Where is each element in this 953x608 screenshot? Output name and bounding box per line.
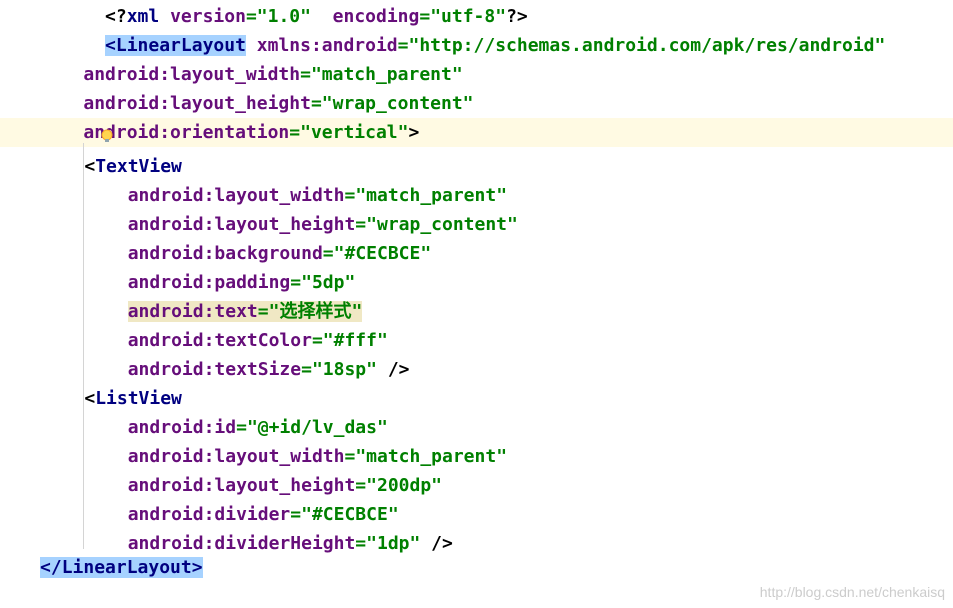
- width-attr: android:layout_width: [83, 64, 300, 85]
- tag-highlight: <LinearLayout: [105, 35, 246, 56]
- code-editor[interactable]: <?xml version="1.0" encoding="utf-8"?> <…: [0, 0, 953, 584]
- code-line: android:layout_height="wrap_content": [0, 89, 953, 118]
- code-line: </LinearLayout>: [0, 553, 953, 582]
- xmlns-val: "http://schemas.android.com/apk/res/andr…: [409, 35, 886, 56]
- code-line: android:layout_width="match_parent": [0, 60, 953, 89]
- height-attr: android:layout_height: [83, 93, 311, 114]
- code-line: <LinearLayout xmlns:android="http://sche…: [0, 31, 953, 60]
- code-line: android:dividerHeight="1dp" />: [0, 524, 953, 553]
- tag-highlight: </LinearLayout>: [40, 557, 203, 578]
- linearlayout-tag: LinearLayout: [116, 35, 246, 56]
- lightbulb-icon[interactable]: [12, 95, 28, 111]
- watermark-text: http://blog.csdn.net/chenkaisq: [760, 584, 945, 600]
- xmlns-attr: xmlns:android: [257, 35, 398, 56]
